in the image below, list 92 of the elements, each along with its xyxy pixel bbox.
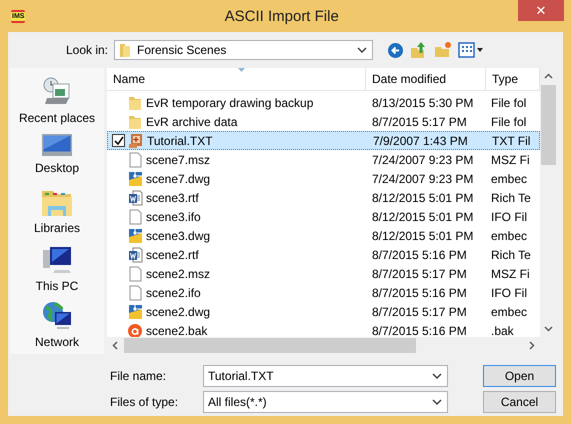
file-row[interactable]: scene7.msz 7/24/2007 9:23 PM MSZ Fi bbox=[107, 150, 540, 169]
file-name-label: File name: bbox=[110, 368, 168, 382]
blank-file-icon bbox=[128, 266, 142, 282]
drawing-file-icon bbox=[128, 170, 142, 186]
word-document-icon bbox=[128, 190, 142, 206]
file-name: scene2.bak bbox=[146, 324, 208, 337]
file-row[interactable]: scene3.dwg 8/12/2015 5:01 PM embec bbox=[107, 226, 540, 245]
file-row[interactable]: scene2.ifo 8/7/2015 5:16 PM IFO Fil bbox=[107, 283, 540, 302]
file-row[interactable]: scene2.rtf 8/7/2015 5:16 PM Rich Te bbox=[107, 245, 540, 264]
date-cell-text: 7/24/2007 9:23 PM bbox=[371, 152, 474, 166]
look-in-label: Look in: bbox=[64, 43, 108, 57]
file-name: scene2.dwg bbox=[146, 304, 210, 318]
blank-file-icon bbox=[128, 152, 142, 168]
type-cell-text: MSZ Fi bbox=[490, 152, 531, 166]
type-cell-text: TXT Fil bbox=[491, 134, 532, 148]
blank-file-icon bbox=[128, 284, 142, 300]
file-row[interactable]: scene3.ifo 8/12/2015 5:01 PM IFO Fil bbox=[107, 207, 540, 226]
file-name: EvR temporary drawing backup bbox=[146, 96, 314, 110]
date-cell-text: 8/7/2015 5:17 PM bbox=[371, 266, 468, 280]
file-name: scene2.msz bbox=[146, 266, 210, 280]
type-cell-text: File fol bbox=[490, 96, 528, 110]
place-item[interactable]: Libraries bbox=[12, 188, 102, 242]
place-item[interactable]: Network bbox=[12, 300, 102, 354]
date-cell-text: 7/9/2007 1:43 PM bbox=[372, 134, 469, 148]
date-cell-text: 8/7/2015 5:17 PM bbox=[371, 114, 468, 128]
file-name: scene7.msz bbox=[146, 152, 210, 166]
file-row[interactable]: scene2.dwg 8/7/2015 5:17 PM embec bbox=[107, 302, 540, 321]
type-cell-text: embec bbox=[490, 304, 528, 318]
file-row[interactable]: scene3.rtf 8/12/2015 5:01 PM Rich Te bbox=[107, 188, 540, 207]
date-cell-text: 8/7/2015 5:16 PM bbox=[371, 324, 468, 337]
word-document-icon bbox=[128, 246, 142, 262]
file-name: Tutorial.TXT bbox=[147, 134, 213, 148]
drawing-file-icon bbox=[128, 304, 142, 320]
file-type-dropdown[interactable]: All files(*.*) bbox=[203, 390, 448, 412]
place-item[interactable]: This PC bbox=[12, 244, 102, 298]
date-cell-text: 8/12/2015 5:01 PM bbox=[371, 210, 474, 224]
date-cell-text: 8/7/2015 5:17 PM bbox=[371, 304, 468, 318]
computer-icon bbox=[41, 244, 73, 276]
type-cell-text: Rich Te bbox=[490, 190, 532, 204]
file-row[interactable]: scene2.msz 8/7/2015 5:17 PM MSZ Fi bbox=[107, 264, 540, 283]
drawing-file-icon bbox=[128, 228, 142, 244]
window-title: ASCII Import File bbox=[224, 8, 340, 24]
type-cell-text: MSZ Fi bbox=[490, 266, 531, 280]
desktop-icon bbox=[41, 132, 73, 158]
look-in-dropdown[interactable]: Forensic Scenes bbox=[114, 40, 373, 60]
date-cell-text: 8/7/2015 5:16 PM bbox=[371, 286, 468, 300]
date-cell-text: 8/13/2015 5:30 PM bbox=[371, 96, 474, 110]
file-type-label: Files of type: bbox=[110, 394, 180, 408]
type-cell-text: .bak bbox=[490, 324, 515, 337]
file-name-dropdown[interactable]: Tutorial.TXT bbox=[203, 364, 448, 386]
file-name: scene2.rtf bbox=[146, 248, 199, 262]
file-row[interactable]: EvR temporary drawing backup 8/13/2015 5:30 PM File fol bbox=[107, 93, 540, 112]
file-row[interactable]: scene7.dwg 7/24/2007 9:23 PM embec bbox=[107, 169, 540, 188]
file-row[interactable]: Tutorial.TXT 7/9/2007 1:43 PM TXT Fil bbox=[107, 131, 540, 150]
blank-file-icon bbox=[128, 208, 142, 224]
sort-arrow-icon bbox=[238, 68, 245, 72]
place-item[interactable]: Recent places bbox=[12, 76, 102, 130]
circle-letter-icon bbox=[127, 322, 143, 337]
date-cell-text: 8/12/2015 5:01 PM bbox=[371, 190, 474, 204]
date-cell-text: 7/24/2007 9:23 PM bbox=[371, 172, 474, 186]
horizontal-scrollbar[interactable] bbox=[107, 337, 557, 354]
file-row[interactable]: scene2.bak 8/7/2015 5:16 PM .bak bbox=[107, 321, 540, 337]
type-cell-text: Rich Te bbox=[490, 248, 532, 262]
file-name: scene7.dwg bbox=[146, 172, 210, 186]
place-item[interactable]: Desktop bbox=[12, 132, 102, 186]
file-name: scene3.dwg bbox=[146, 228, 210, 242]
type-cell-text: embec bbox=[490, 228, 528, 242]
libraries-folder-icon bbox=[41, 188, 73, 218]
file-name: EvR archive data bbox=[146, 114, 238, 128]
folder-icon bbox=[128, 94, 142, 110]
look-in-value: Forensic Scenes bbox=[137, 43, 226, 57]
folder-icon bbox=[119, 42, 131, 58]
file-row[interactable]: EvR archive data 8/7/2015 5:17 PM File fol bbox=[107, 112, 540, 131]
file-name: scene3.ifo bbox=[146, 210, 201, 224]
network-icon bbox=[41, 300, 73, 332]
type-cell-text: embec bbox=[490, 172, 528, 186]
date-cell-text: 8/12/2015 5:01 PM bbox=[371, 228, 474, 242]
type-cell-text: File fol bbox=[490, 114, 528, 128]
up-folder-icon[interactable] bbox=[410, 41, 428, 59]
folder-icon bbox=[128, 114, 142, 130]
dialog-button[interactable]: Open bbox=[483, 364, 556, 386]
view-menu-icon[interactable] bbox=[458, 42, 484, 58]
type-cell-text: IFO Fil bbox=[490, 210, 528, 224]
new-folder-icon[interactable] bbox=[434, 41, 452, 59]
document-app-icon bbox=[128, 132, 144, 148]
close-button[interactable]: ✕ bbox=[518, 0, 564, 21]
dialog-button[interactable]: Cancel bbox=[483, 390, 556, 412]
checkbox[interactable] bbox=[112, 134, 125, 147]
file-name: scene3.rtf bbox=[146, 190, 199, 204]
date-cell-text: 8/7/2015 5:16 PM bbox=[371, 248, 468, 262]
type-cell-text: IFO Fil bbox=[490, 286, 528, 300]
file-name: scene2.ifo bbox=[146, 286, 201, 300]
